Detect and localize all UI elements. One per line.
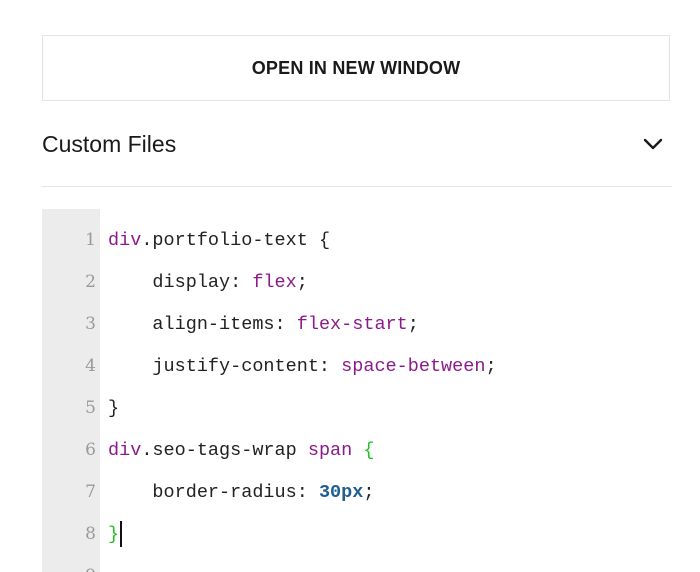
code-line[interactable]: 3 align-items: flex-start;: [42, 303, 672, 345]
code-token: {: [363, 439, 375, 461]
code-text: div.seo-tags-wrap span {: [96, 440, 374, 461]
code-token: justify-content:: [108, 355, 342, 377]
code-text: justify-content: space-between;: [96, 355, 497, 377]
line-number: 4: [85, 356, 96, 376]
code-token: border-radius:: [108, 481, 319, 503]
line-number: 7: [85, 482, 96, 502]
code-line[interactable]: 9: [42, 555, 672, 572]
code-text: border-radius: 30px;: [96, 482, 374, 503]
code-token: flex: [252, 271, 297, 293]
code-token: flex-start: [296, 313, 408, 335]
code-line[interactable]: 6 div.seo-tags-wrap span {: [42, 429, 672, 471]
code-line[interactable]: 4 justify-content: space-between;: [42, 345, 672, 387]
code-text: }: [96, 521, 123, 547]
code-token: }: [108, 397, 120, 419]
code-token: ;: [296, 271, 308, 293]
code-line[interactable]: 7 border-radius: 30px;: [42, 471, 672, 513]
line-number: 5: [85, 398, 96, 418]
code-text: align-items: flex-start;: [96, 313, 419, 335]
code-token: }: [108, 523, 120, 545]
code-line[interactable]: 1 div.portfolio-text {: [42, 219, 672, 261]
section-divider: [42, 186, 672, 187]
code-token: 30px: [318, 481, 364, 503]
code-text: display: flex;: [96, 271, 308, 293]
code-token: space-between: [341, 355, 486, 377]
code-text: }: [96, 398, 119, 419]
code-token: display:: [108, 271, 253, 293]
code-line[interactable]: 8}: [42, 513, 672, 555]
chevron-down-icon: [642, 133, 664, 155]
code-token: .portfolio-text {: [141, 229, 331, 251]
code-token: ;: [407, 313, 419, 335]
line-number: 9: [42, 566, 96, 572]
line-number: 6: [85, 440, 96, 460]
code-token: ;: [485, 355, 497, 377]
code-line[interactable]: 2 display: flex;: [42, 261, 672, 303]
code-token: div: [108, 439, 142, 461]
code-token: align-items:: [108, 313, 297, 335]
custom-css-panel: OPEN IN NEW WINDOW Custom Files 1 div.por…: [0, 0, 700, 572]
code-token: .seo-tags-wrap: [141, 439, 308, 461]
code-token: span: [307, 439, 353, 461]
code-editor[interactable]: 1 div.portfolio-text {2 display: flex; 3 a…: [42, 209, 672, 572]
open-in-new-window-button[interactable]: OPEN IN NEW WINDOW: [42, 35, 670, 101]
code-token: ;: [363, 481, 375, 503]
code-text: div.portfolio-text {: [96, 230, 330, 251]
custom-files-toggle[interactable]: Custom Files: [42, 122, 672, 166]
text-cursor: [120, 521, 123, 547]
line-number: 1: [85, 230, 96, 250]
section-title: Custom Files: [42, 130, 177, 157]
line-number: 2: [85, 272, 96, 292]
code-token: div: [108, 229, 142, 251]
line-number: 8: [85, 524, 96, 544]
line-number: 3: [85, 314, 96, 334]
code-line[interactable]: 5}: [42, 387, 672, 429]
